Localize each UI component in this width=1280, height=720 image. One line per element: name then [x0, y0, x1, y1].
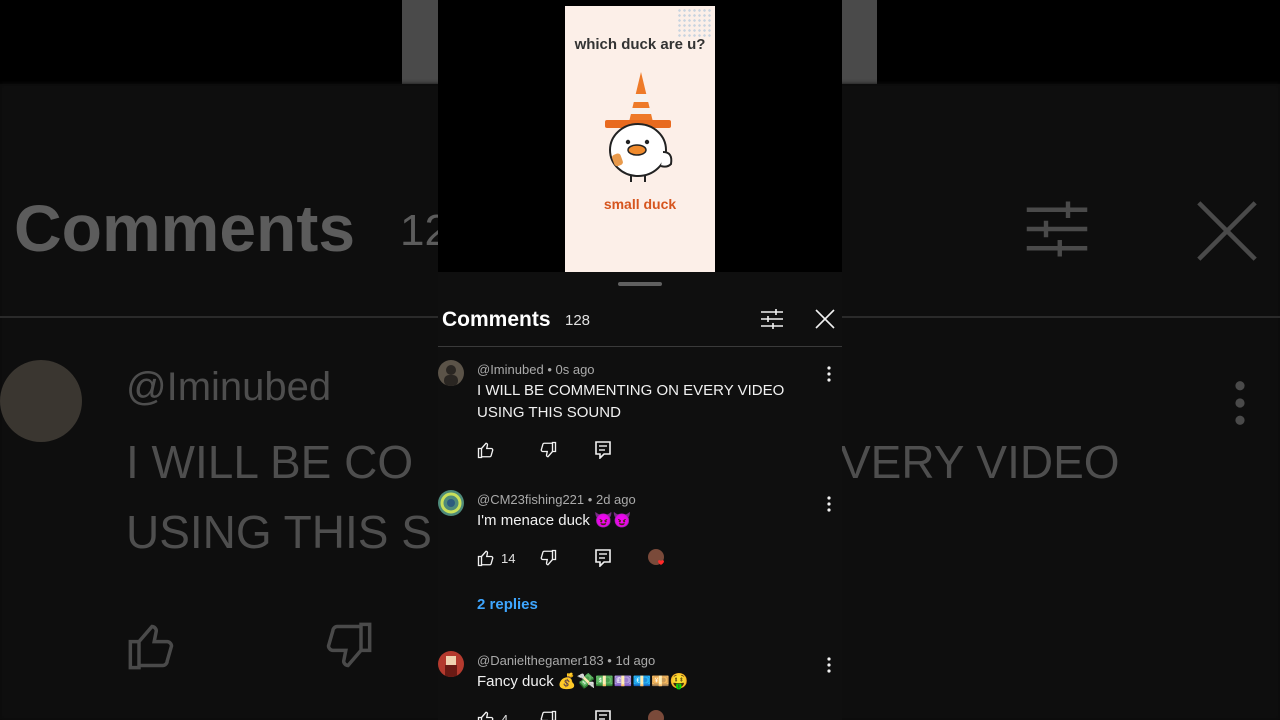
reply-button[interactable] [595, 709, 611, 720]
creator-heart-icon [648, 549, 664, 565]
dislike-icon [540, 549, 557, 566]
more-options-icon[interactable] [824, 496, 834, 512]
like-button[interactable]: 14 [477, 548, 515, 568]
like-button[interactable] [477, 440, 495, 460]
more-options-icon[interactable] [824, 366, 834, 382]
comment-meta: @CM23fishing221 • 2d ago [477, 492, 636, 507]
replies-link[interactable]: 2 replies [477, 596, 538, 613]
meta-separator: • [547, 362, 552, 377]
meta-separator: • [607, 653, 612, 668]
comment-actions [477, 440, 677, 460]
comment-handle[interactable]: @Iminubed [477, 362, 544, 377]
reply-button[interactable] [595, 440, 611, 460]
comment-text: I'm menace duck 😈😈 [477, 512, 632, 529]
video-player[interactable]: which duck are u? small duck [565, 6, 715, 272]
comment-actions: 14 [477, 548, 697, 568]
avatar[interactable] [438, 490, 464, 516]
duck-illustration [605, 72, 673, 182]
comment-meta: @Iminubed • 0s ago [477, 362, 595, 377]
decorative-dots [677, 8, 713, 38]
comment-actions: 4 [477, 709, 697, 720]
comments-sheet: Comments 128 @Iminubed • 0s ago I WILL B… [438, 272, 842, 720]
header-divider [438, 346, 842, 347]
comment-time: 0s ago [555, 362, 595, 377]
like-count: 4 [501, 711, 509, 720]
drag-handle[interactable] [618, 282, 662, 286]
bg-dislike-icon [326, 622, 372, 668]
bg-comment-line: USING THIS S [126, 506, 432, 558]
video-question-text: which duck are u? [574, 36, 706, 53]
reply-icon [595, 710, 611, 720]
bg-comment-line: VERY VIDEO [840, 436, 1120, 488]
like-icon [477, 550, 494, 567]
like-button[interactable]: 4 [477, 709, 508, 720]
bg-comments-title: Comments [14, 191, 356, 265]
dislike-icon [540, 710, 557, 720]
dislike-button[interactable] [539, 548, 557, 568]
dislike-icon [540, 441, 557, 458]
like-count: 14 [501, 550, 516, 566]
phone-screen: which duck are u? small duck Comments 12 [438, 0, 842, 720]
more-options-icon[interactable] [824, 657, 834, 673]
comment-time: 2d ago [595, 492, 636, 507]
comments-title: Comments [442, 308, 551, 331]
comment-meta: @Danielthegamer183 • 1d ago [477, 653, 655, 668]
avatar[interactable] [438, 651, 464, 677]
bg-avatar [0, 360, 82, 442]
close-icon[interactable] [814, 308, 836, 330]
comment-handle[interactable]: @Danielthegamer183 [477, 653, 604, 668]
bg-like-icon [128, 624, 174, 670]
bg-more-icon [1235, 381, 1245, 425]
avatar[interactable] [438, 360, 464, 386]
dislike-button[interactable] [539, 440, 557, 460]
comment-handle[interactable]: @CM23fishing221 [477, 492, 584, 507]
bg-sliders-icon [1026, 201, 1088, 257]
meta-separator: • [587, 492, 593, 507]
comment-text: I WILL BE COMMENTING ON EVERY VIDEO USIN… [477, 382, 785, 421]
sliders-icon[interactable] [760, 308, 784, 330]
bg-close-icon [1197, 201, 1257, 261]
dislike-button[interactable] [539, 709, 557, 720]
comment-text: Fancy duck 💰💸💵💷💶💴🤑 [477, 673, 689, 690]
bg-handle: @Iminubed [126, 365, 332, 409]
like-icon [477, 442, 494, 459]
like-icon [477, 711, 494, 720]
comments-count: 128 [565, 312, 591, 329]
bg-comment-line: I WILL BE CO [126, 436, 414, 488]
reply-icon [595, 441, 611, 459]
comment-time: 1d ago [615, 653, 656, 668]
reply-button[interactable] [595, 548, 611, 568]
video-caption: small duck [603, 196, 677, 212]
reply-icon [595, 549, 611, 567]
creator-heart-icon [648, 710, 664, 720]
